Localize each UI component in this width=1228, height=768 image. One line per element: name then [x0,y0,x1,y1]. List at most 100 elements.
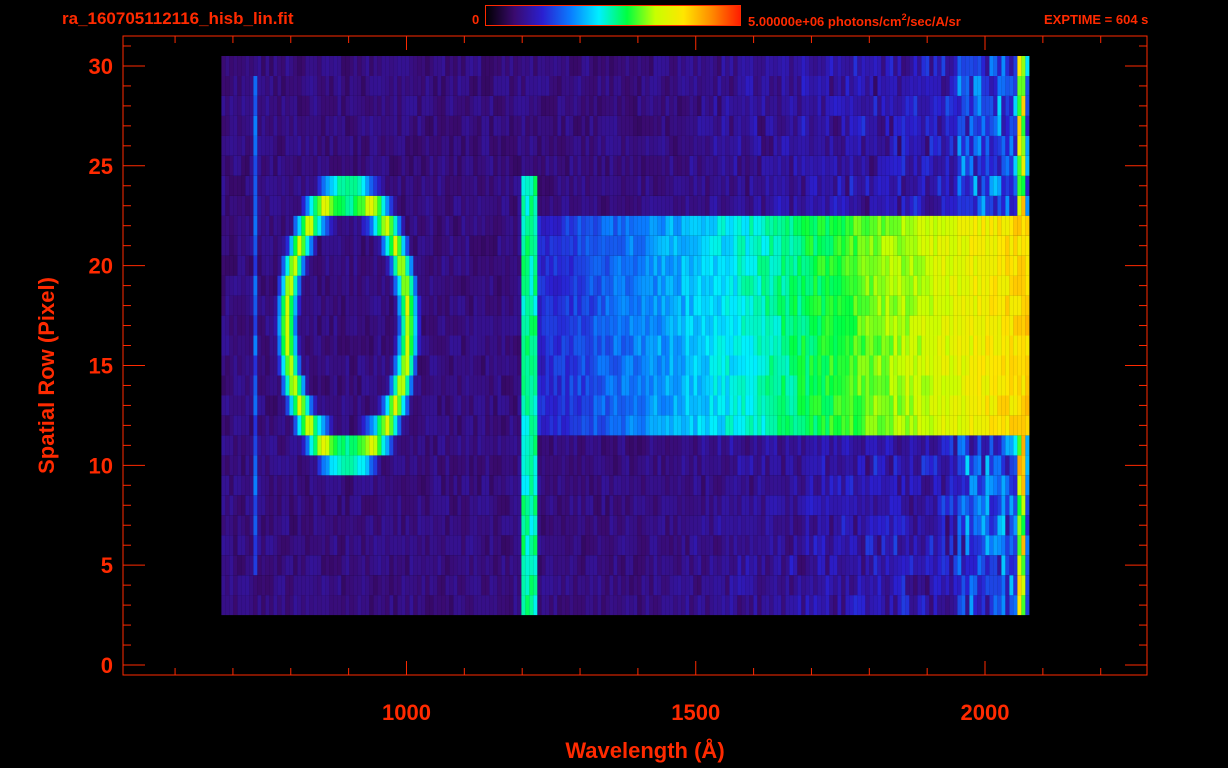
heatmap-cell [601,555,606,576]
heatmap-cell [873,275,878,296]
heatmap-cell [333,195,338,216]
heatmap-cell [377,315,382,336]
heatmap-cell [689,475,694,496]
heatmap-cell [1001,415,1006,436]
heatmap-cell [289,435,294,456]
heatmap-cell [857,535,862,556]
heatmap-cell [357,375,362,396]
heatmap-cell [413,255,418,276]
heatmap-cell [557,275,562,296]
heatmap-cell [337,495,342,516]
heatmap-cell [377,555,382,576]
heatmap-cell [1001,295,1006,316]
heatmap-cell [321,115,326,136]
heatmap-cell [581,195,586,216]
heatmap-cell [365,595,370,616]
heatmap-cell [1021,375,1026,396]
heatmap-cell [757,595,762,616]
heatmap-cell [297,455,302,476]
heatmap-cell [997,415,1002,436]
heatmap-cell [885,235,890,256]
heatmap-cell [917,215,922,236]
heatmap-cell [973,275,978,296]
heatmap-cell [441,375,446,396]
heatmap-cell [533,415,538,436]
heatmap-cell [253,195,258,216]
heatmap-cell [237,295,242,316]
heatmap-cell [865,395,870,416]
heatmap-cell [717,155,722,176]
heatmap-cell [337,455,342,476]
heatmap-cell [453,455,458,476]
heatmap-cell [773,595,778,616]
heatmap-cell [401,435,406,456]
heatmap-cell [697,195,702,216]
heatmap-cell [445,375,450,396]
heatmap-cell [673,395,678,416]
heatmap-cell [525,215,530,236]
heatmap-cell [413,175,418,196]
heatmap-cell [377,155,382,176]
heatmap-cell [657,155,662,176]
heatmap-cell [277,395,282,416]
heatmap-cell [289,215,294,236]
heatmap-cell [389,415,394,436]
heatmap-cell [957,575,962,596]
heatmap-cell [485,355,490,376]
heatmap-cell [669,355,674,376]
heatmap-cell [553,375,558,396]
heatmap-cell [653,295,658,316]
heatmap-cell [869,135,874,156]
heatmap-cell [741,115,746,136]
heatmap-cell [529,375,534,396]
heatmap-cell [381,395,386,416]
heatmap-cell [357,355,362,376]
heatmap-cell [657,395,662,416]
heatmap-cell [645,255,650,276]
heatmap-cell [841,475,846,496]
heatmap-cell [649,255,654,276]
heatmap-cell [417,455,422,476]
heatmap-cell [753,195,758,216]
heatmap-cell [969,555,974,576]
heatmap-cell [661,295,666,316]
heatmap-cell [629,155,634,176]
heatmap-cell [257,315,262,336]
heatmap-cell [681,395,686,416]
heatmap-cell [757,375,762,396]
heatmap-cell [705,195,710,216]
heatmap-cell [377,395,382,416]
heatmap-cell [221,155,226,176]
heatmap-cell [269,135,274,156]
heatmap-cell [581,215,586,236]
heatmap-cell [529,115,534,136]
heatmap-cell [825,435,830,456]
heatmap-cell [353,455,358,476]
heatmap-cell [817,215,822,236]
heatmap-cell [393,235,398,256]
heatmap-cell [497,235,502,256]
heatmap-cell [881,455,886,476]
heatmap-cell [621,575,626,596]
heatmap-cell [541,595,546,616]
heatmap-cell [501,115,506,136]
heatmap-cell [381,455,386,476]
heatmap-cell [621,415,626,436]
heatmap-cell [745,515,750,536]
heatmap-cell [589,555,594,576]
heatmap-cell [745,175,750,196]
heatmap-cell [725,175,730,196]
heatmap-cell [597,355,602,376]
heatmap-cell [749,315,754,336]
heatmap-cell [561,495,566,516]
heatmap-cell [273,535,278,556]
heatmap-cell [489,515,494,536]
heatmap-cell [293,315,298,336]
heatmap-cell [685,575,690,596]
heatmap-cell [233,495,238,516]
heatmap-cell [517,535,522,556]
heatmap-cell [973,435,978,456]
heatmap-cell [813,435,818,456]
heatmap-cell [937,295,942,316]
heatmap-cell [465,295,470,316]
